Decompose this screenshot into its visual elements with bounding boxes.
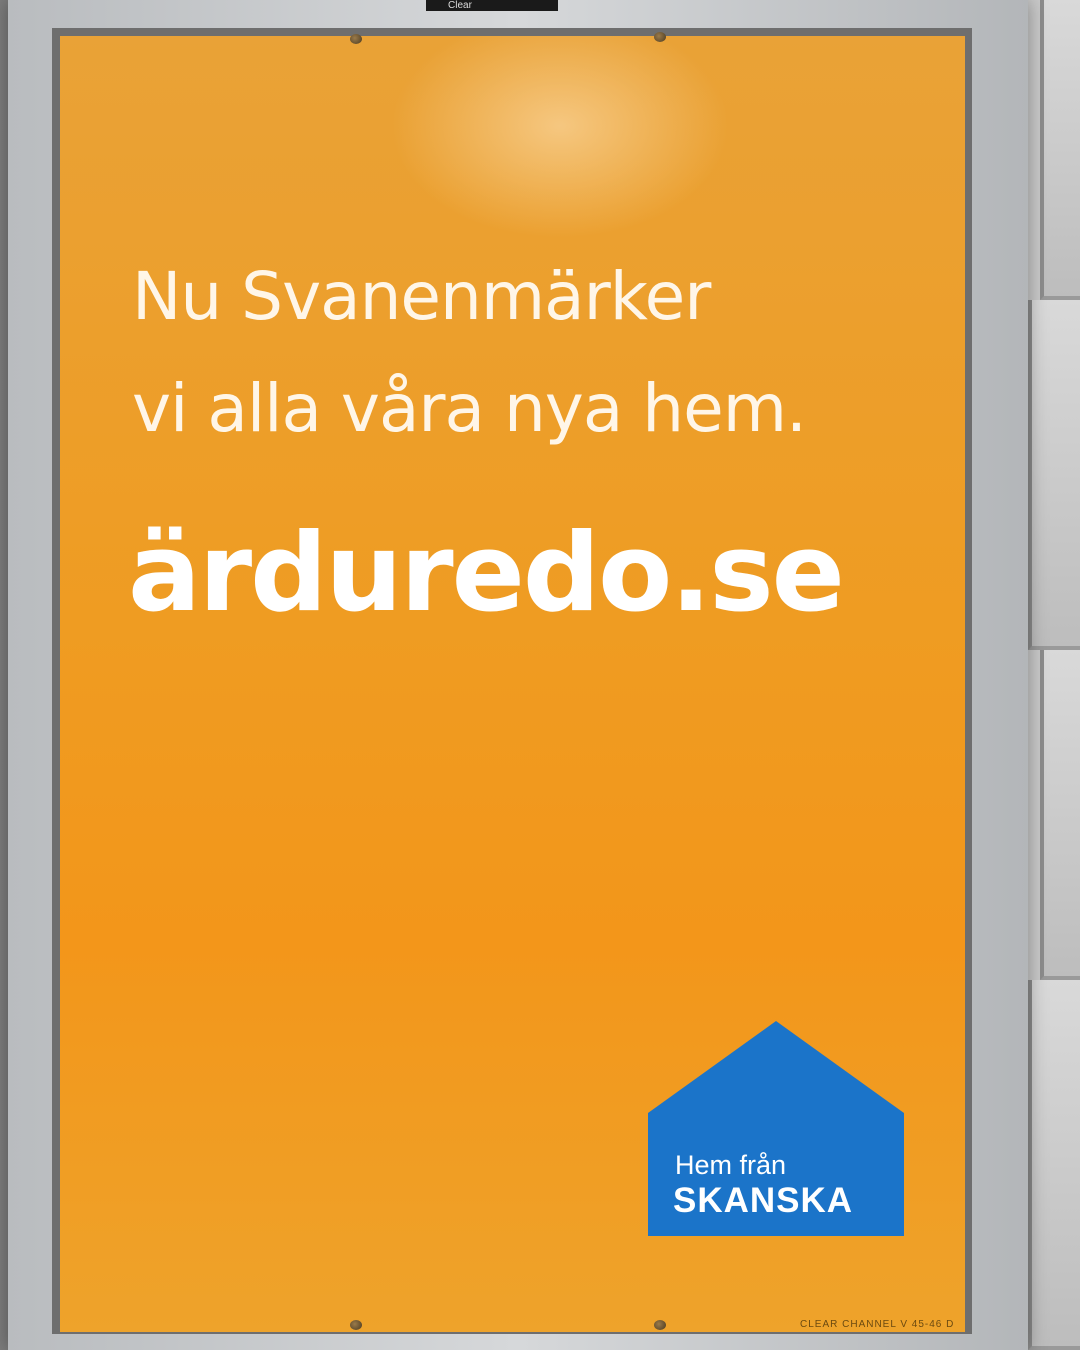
campaign-url: ärduredo.se (128, 511, 845, 636)
screw (350, 1320, 362, 1330)
screw (654, 1320, 666, 1330)
media-owner-code: CLEAR CHANNEL V 45-46 D (800, 1319, 955, 1330)
logo-tagline: Hem från (675, 1150, 787, 1180)
skanska-logo: Hem från SKANSKA (648, 1021, 904, 1236)
screw (654, 32, 666, 42)
photo-scene: Clear Nu Svanenmärker vi alla våra nya h… (0, 0, 1080, 1350)
wall-tile (1040, 0, 1080, 300)
poster: Nu Svanenmärker vi alla våra nya hem. är… (60, 32, 965, 1332)
screw (350, 34, 362, 44)
wall-tile (1028, 980, 1080, 1350)
frame-brand-label: Clear (426, 0, 558, 11)
headline-line-2: vi alla våra nya hem. (132, 370, 807, 447)
wall-tile (1040, 650, 1080, 980)
logo-wordmark: SKANSKA (673, 1181, 854, 1220)
headline: Nu Svanenmärker vi alla våra nya hem. (132, 241, 952, 465)
headline-line-1: Nu Svanenmärker (132, 258, 711, 335)
wall-tile (1028, 300, 1080, 650)
